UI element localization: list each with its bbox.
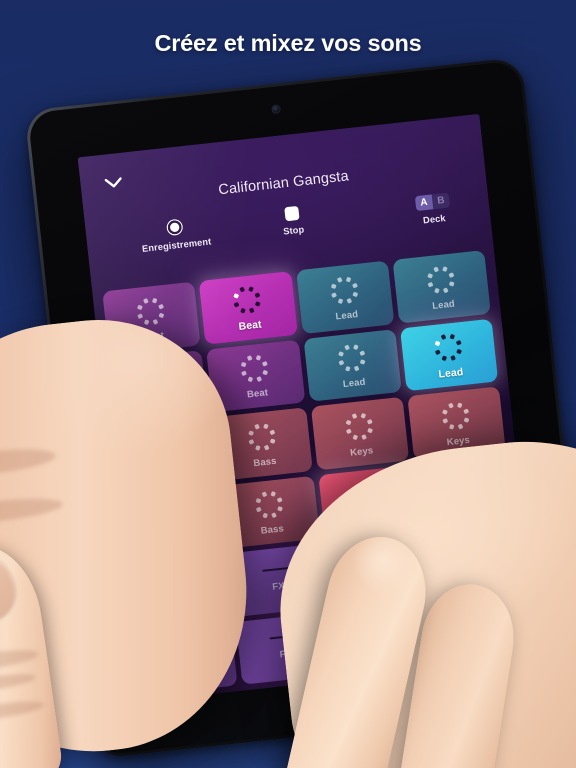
stop-button[interactable]: Stop xyxy=(254,203,331,240)
pad-label: Beat xyxy=(238,318,263,334)
dashed-circle-icon xyxy=(243,418,280,455)
pad-label: Guitar xyxy=(458,570,488,585)
front-camera-icon xyxy=(271,105,280,114)
dashed-circle-icon xyxy=(132,292,169,329)
dash-line-icon xyxy=(262,566,291,572)
record-button[interactable]: Enregistrement xyxy=(109,212,242,257)
pad-label: Lead xyxy=(431,298,456,312)
dashed-circle-icon xyxy=(236,350,273,387)
pad-lead-3[interactable]: Lead xyxy=(392,250,491,324)
pad-label: FX xyxy=(182,659,196,672)
pad-beat-1[interactable]: Beat xyxy=(198,271,298,345)
deck-toggle[interactable]: A B xyxy=(414,192,451,212)
pad-label: Beat xyxy=(246,387,269,401)
dashed-circle-icon xyxy=(147,428,184,465)
dashed-circle-icon xyxy=(229,281,266,318)
pad-label: Beat xyxy=(142,329,165,344)
dashed-circle-icon xyxy=(437,397,474,434)
deck-switch[interactable]: A B Deck xyxy=(390,187,477,229)
pad-label: Keys xyxy=(355,512,383,528)
thumbnail xyxy=(0,550,20,625)
dashed-circle-icon xyxy=(251,486,288,523)
dashed-circle-icon xyxy=(325,271,362,308)
dashed-circle-icon xyxy=(139,361,176,398)
pad-label: Beat xyxy=(149,398,172,412)
pad-label: FX xyxy=(271,580,286,593)
pad-lead-2[interactable]: Lead xyxy=(295,260,395,334)
pad-beat-0[interactable]: Beat xyxy=(102,281,201,355)
pad-label: Lead xyxy=(437,365,464,381)
dashed-circle-icon xyxy=(429,329,466,366)
pad-keys-14[interactable]: Keys xyxy=(317,464,417,538)
pad-label: Bass xyxy=(260,523,285,538)
stop-label: Stop xyxy=(282,224,305,237)
pad-label: Bass xyxy=(252,455,278,469)
left-thumb xyxy=(0,537,66,768)
dashed-circle-icon xyxy=(333,340,370,377)
pad-keys-15[interactable]: Keys xyxy=(414,454,514,528)
dashed-circle-icon xyxy=(422,261,459,298)
dashed-circle-icon xyxy=(348,475,385,512)
pad-keys-10[interactable]: Keys xyxy=(310,396,409,470)
pad-beat-4[interactable]: Beat xyxy=(109,349,209,423)
deck-option-b[interactable]: B xyxy=(432,193,451,210)
dashed-circle-icon xyxy=(444,465,481,502)
pad-bass-8[interactable]: Bass xyxy=(117,417,216,491)
pad-label: Bass xyxy=(163,534,188,548)
pad-fx-17[interactable]: FX xyxy=(228,543,328,617)
dash-line-icon xyxy=(173,644,202,651)
stop-square-icon xyxy=(284,205,300,222)
deck-label: Deck xyxy=(422,213,447,226)
pad-beat-5[interactable]: Beat xyxy=(206,339,305,413)
pad-label: Bass xyxy=(154,465,182,481)
tablet-device: Californian Gangsta Enregistrement Stop … xyxy=(0,56,576,768)
dashed-circle-icon xyxy=(452,533,489,570)
page-title: Créez et mixez vos sons xyxy=(154,30,422,56)
pad-label: Lead xyxy=(342,376,367,391)
dash-line-icon xyxy=(269,634,299,640)
pad-bass-9[interactable]: Bass xyxy=(213,407,313,481)
pad-label: Keys xyxy=(349,444,374,459)
pad-label: Lead xyxy=(335,308,359,323)
pad-bass-12[interactable]: Bass xyxy=(124,485,223,559)
deck-option-a[interactable]: A xyxy=(414,194,434,212)
pad-label: FX xyxy=(279,648,293,661)
pad-label: FX xyxy=(175,591,189,604)
chevron-down-icon[interactable] xyxy=(104,177,123,190)
pad-keys-11[interactable]: Keys xyxy=(407,386,506,460)
pad-label: Keys xyxy=(446,434,471,448)
pad-label: Keys xyxy=(453,502,478,517)
record-label: Enregistrement xyxy=(141,236,212,254)
dash-line-icon xyxy=(165,576,194,583)
pad-bass-13[interactable]: Bass xyxy=(221,475,320,549)
record-circle-icon xyxy=(165,218,184,237)
pad-fx-16[interactable]: FX xyxy=(131,553,231,628)
pad-lead-7[interactable]: Lead xyxy=(399,318,499,392)
pad-fx-20[interactable]: FX xyxy=(139,622,238,696)
pad-lead-6[interactable]: Lead xyxy=(302,328,402,402)
dashed-circle-icon xyxy=(340,408,377,445)
dashed-circle-icon xyxy=(154,497,191,534)
